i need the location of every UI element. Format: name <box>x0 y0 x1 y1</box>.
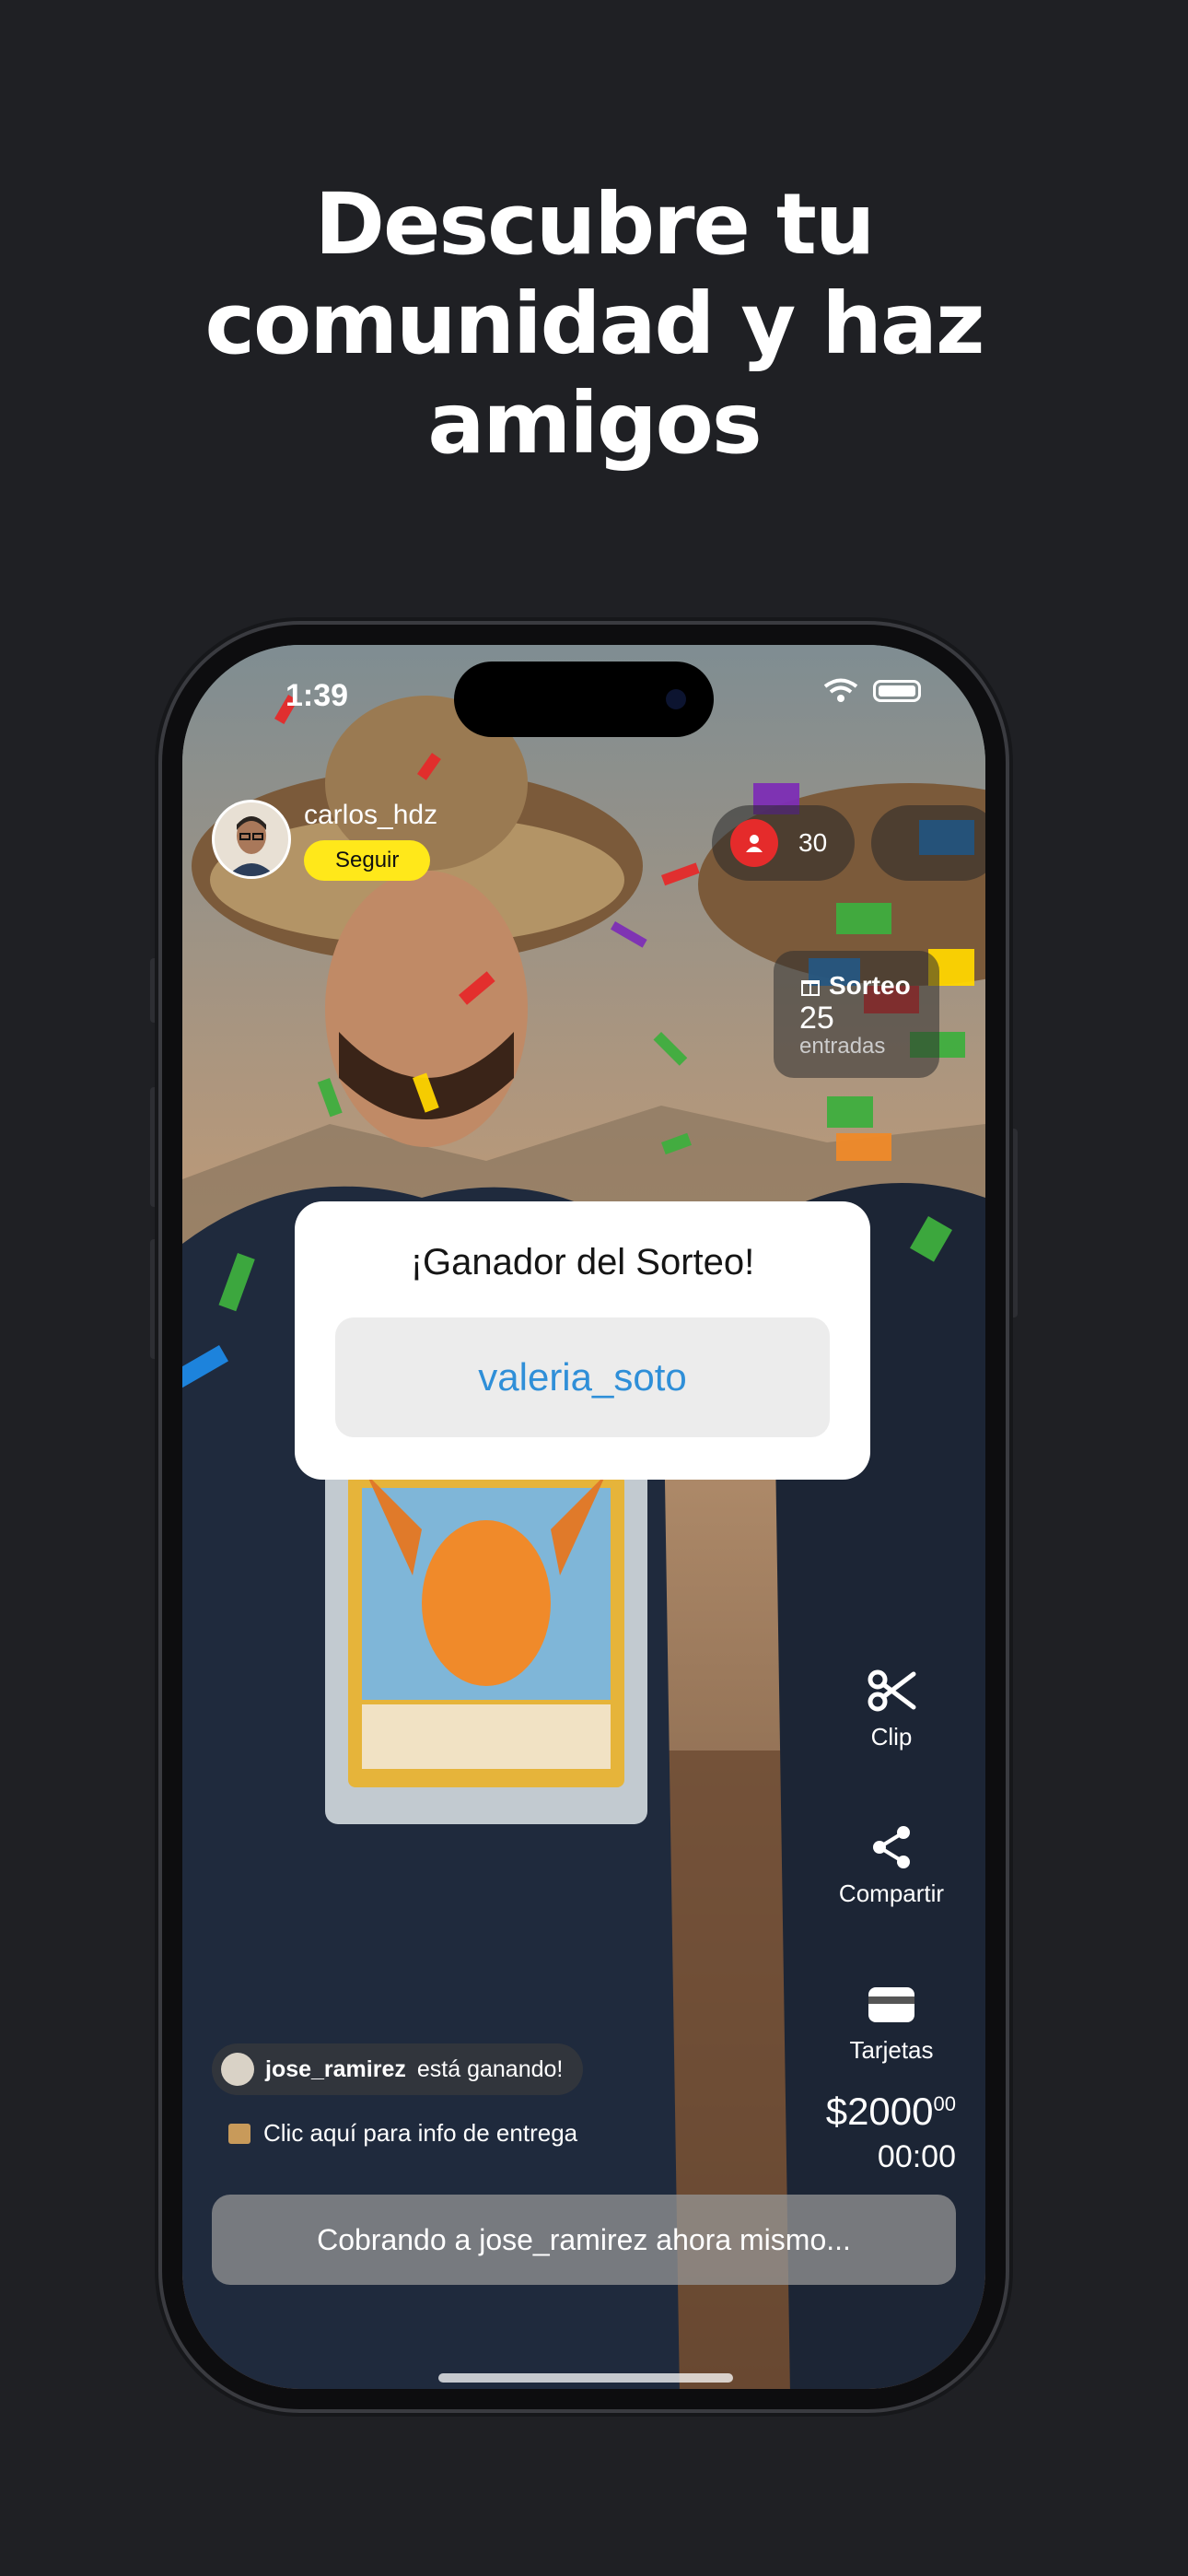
viewer-count: 30 <box>798 828 828 857</box>
headline-line-2: comunidad y haz <box>204 275 984 373</box>
auction-timer: 00:00 <box>877 2139 956 2174</box>
scissors-icon <box>868 1669 916 1712</box>
volume-up-button <box>150 1087 159 1207</box>
viewer-count-pill[interactable]: 30 <box>712 805 855 881</box>
host-avatar[interactable] <box>212 800 291 879</box>
raffle-title: Sorteo <box>829 971 911 1000</box>
price-amount: $2000 <box>825 2090 934 2133</box>
price-cents: 00 <box>933 2092 956 2115</box>
charging-banner: Cobrando a jose_ramirez ahora mismo... <box>212 2195 956 2285</box>
host-info: carlos_hdz Seguir <box>212 800 437 881</box>
home-indicator[interactable] <box>438 2373 733 2383</box>
avatar-portrait-icon <box>227 816 275 876</box>
share-button[interactable]: Compartir <box>818 1815 965 1908</box>
winner-modal: ¡Ganador del Sorteo! valeria_soto <box>295 1201 870 1480</box>
headline-line-3: amigos <box>427 374 762 473</box>
bidder-status: está ganando! <box>416 2055 564 2082</box>
phone-screen: 1:39 carlos_hdz Seguir 30 Sorteo 25 entr… <box>182 645 985 2389</box>
current-price: $200000 <box>826 2090 956 2134</box>
battery-icon <box>873 680 921 702</box>
wallet-icon <box>868 1987 914 2022</box>
raffle-count: 25 <box>799 1001 834 1036</box>
host-username: carlos_hdz <box>304 800 438 830</box>
share-label: Compartir <box>838 1879 945 1907</box>
package-icon <box>228 2123 250 2144</box>
cards-button[interactable]: Tarjetas <box>818 1972 965 2065</box>
winning-bidder-pill[interactable]: jose_ramirez está ganando! <box>212 2043 584 2095</box>
raffle-card[interactable]: Sorteo 25 entradas <box>774 951 939 1078</box>
share-icon <box>873 1826 910 1868</box>
headline-line-1: Descubre tu <box>314 175 876 274</box>
delivery-info-link[interactable]: Clic aquí para info de entrega <box>228 2119 577 2148</box>
headline: Descubre tu comunidad y haz amigos <box>0 175 1188 474</box>
status-icons <box>823 678 921 704</box>
silent-switch <box>150 958 159 1023</box>
person-icon <box>730 819 778 867</box>
cards-label: Tarjetas <box>849 2036 934 2064</box>
volume-down-button <box>150 1239 159 1359</box>
front-camera <box>666 689 686 709</box>
bidder-username: jose_ramirez <box>265 2055 406 2082</box>
raffle-label: entradas <box>799 1034 886 1059</box>
clip-label: Clip <box>870 1723 913 1751</box>
dynamic-island <box>454 662 714 737</box>
status-time: 1:39 <box>285 678 349 713</box>
winner-modal-title: ¡Ganador del Sorteo! <box>410 1242 755 1282</box>
options-pill[interactable] <box>871 805 985 881</box>
delivery-text: Clic aquí para info de entrega <box>263 2119 578 2147</box>
wifi-icon <box>823 678 858 702</box>
follow-button[interactable]: Seguir <box>304 840 431 881</box>
winner-username[interactable]: valeria_soto <box>335 1317 830 1437</box>
clip-button[interactable]: Clip <box>818 1658 965 1751</box>
power-button <box>1008 1129 1018 1317</box>
bidder-avatar <box>221 2053 254 2086</box>
gift-icon <box>801 980 820 996</box>
